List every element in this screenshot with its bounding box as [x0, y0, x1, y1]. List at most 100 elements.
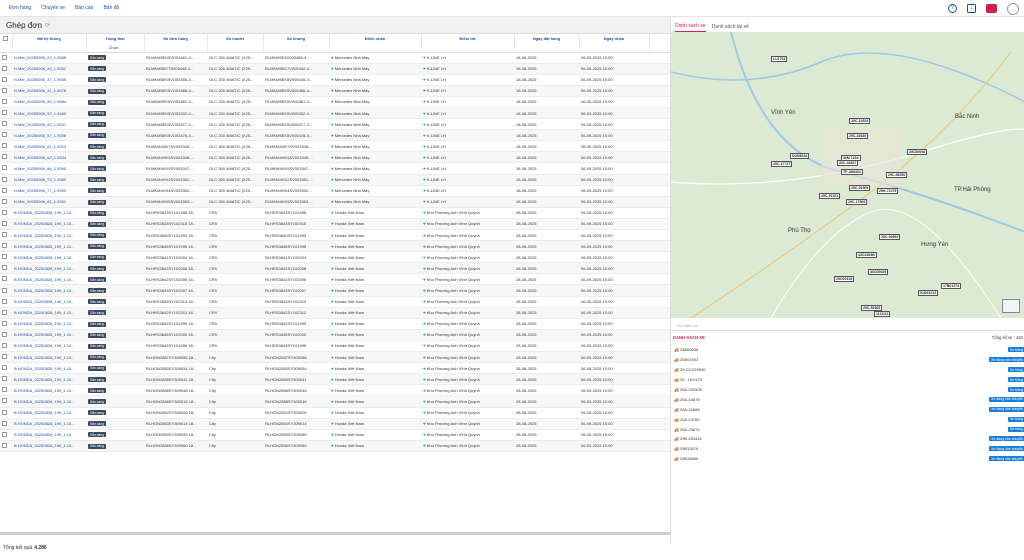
cell-system-code[interactable]: B.HONDA_20250828_199_1.10... — [12, 229, 86, 242]
map-vehicle-marker[interactable]: 29C-17727 — [771, 161, 793, 167]
table-row[interactable]: B.HONDA_20250828_199_1.10... Sẵn sàng RLHR… — [0, 340, 670, 353]
row-checkbox[interactable] — [0, 96, 12, 108]
col-model[interactable]: Số model — [207, 34, 264, 43]
col-dropoff[interactable]: Điểm trả — [421, 34, 515, 43]
vehicle-map[interactable]: Bắc Ninh TP.Hải Phòng Phú Thọ Hưng Yên V… — [671, 32, 1024, 318]
nav-reports[interactable]: Báo cáo — [75, 5, 93, 11]
table-row[interactable]: B.HONDA_20250828_199_1.10... Sẵn sàng RLHG… — [0, 407, 670, 419]
cell-system-code[interactable]: N.Mer_20250906_37_1.9555 — [12, 74, 86, 86]
row-checkbox[interactable] — [0, 296, 12, 308]
cell-system-code[interactable]: N.Mer_20250906_45_1.9584 — [12, 96, 86, 108]
cell-system-code[interactable]: B.HONDA_20250828_199_1.10... — [12, 273, 86, 286]
row-checkbox[interactable] — [0, 140, 12, 153]
map-vehicle-marker[interactable]: 30C05039 — [868, 269, 889, 275]
vehicle-search-input[interactable]: Tìm kiếm xe — [671, 320, 1024, 331]
row-checkbox[interactable] — [0, 262, 12, 275]
tab-drivers[interactable]: Danh sách tài xế — [712, 24, 749, 32]
cell-system-code[interactable]: B.HONDA_20250828_199_1.10... — [12, 318, 86, 330]
vehicle-list-item[interactable]: 🚚29B15860 Xe đang vận chuyển — [671, 454, 1024, 464]
cell-system-code[interactable]: B.HONDA_20250828_199_1.10... — [12, 362, 86, 375]
row-checkbox[interactable] — [0, 185, 12, 197]
table-row[interactable]: B.HONDA_20250828_199_1.10... Sẵn sàng RLHR… — [0, 307, 670, 319]
row-checkbox[interactable] — [0, 174, 12, 186]
map-vehicle-marker[interactable]: 29C-91321 — [819, 193, 841, 199]
filter-system-code[interactable] — [12, 43, 87, 53]
col-vin[interactable]: Số khung — [263, 34, 330, 43]
vehicle-list-item[interactable]: 🚚29 - H10123 Xe trống — [671, 375, 1024, 385]
row-checkbox[interactable] — [0, 207, 12, 219]
map-vehicle-marker[interactable]: 29C-04693 — [879, 234, 901, 240]
table-row[interactable]: N.Mer_20250906_77_1.9390 Sẵn sàng RLMKM4HX… — [0, 185, 670, 197]
map-vehicle-marker[interactable]: 29C-12624 — [849, 118, 871, 124]
map-vehicle-marker[interactable]: 43C2364B — [856, 252, 877, 258]
table-row[interactable]: N.Mer_20250906_66_1.9365 Sẵn sàng RLMKM4HX… — [0, 162, 670, 175]
row-checkbox[interactable] — [0, 107, 12, 120]
map-vehicle-marker[interactable]: DUN6244 — [790, 153, 810, 159]
row-checkbox[interactable] — [0, 395, 12, 408]
cell-system-code[interactable]: N.Mer_20250906_26_1.9552 — [12, 63, 86, 75]
table-row[interactable]: B.HONDA_20250828_199_1.10... Sẵn sàng RLHG… — [0, 395, 670, 408]
vehicle-list-item[interactable]: 🚚29B-253444 Xe đang vận chuyển — [671, 434, 1024, 444]
help-icon[interactable]: ? — [948, 4, 957, 13]
table-row[interactable]: B.HONDA_20250828_199_1.10... Sẵn sàng RLHR… — [0, 296, 670, 308]
col-receive-date[interactable]: Ngày nhận — [579, 34, 650, 43]
nav-orders[interactable]: Đơn hàng — [9, 5, 31, 11]
vehicle-list-item[interactable]: 🚚24B00636 Xe trống — [671, 345, 1024, 355]
table-row[interactable]: N.Mer_20250906_62_1.9334 Sẵn sàng RLMKM4HK… — [0, 151, 670, 164]
table-row[interactable]: B.HONDA_20250828_199_1.10... Sẵn sàng RLHG… — [0, 373, 670, 386]
row-checkbox[interactable] — [0, 162, 12, 175]
map-vehicle-marker[interactable]: 30C-02637 — [837, 160, 859, 166]
map-vehicle-marker[interactable]: 1111111 — [874, 311, 891, 317]
filter-dropoff[interactable] — [421, 43, 515, 53]
table-row[interactable]: B.HONDA_20250828_199_1.10... Sẵn sàng RLHR… — [0, 218, 670, 231]
avatar[interactable] — [1007, 2, 1019, 15]
map-vehicle-marker[interactable]: LU1702 — [771, 56, 788, 62]
map-vehicle-marker[interactable]: 29H-71275 — [877, 188, 899, 194]
map-vehicle-marker[interactable]: 29C-17806 — [846, 199, 868, 205]
row-checkbox[interactable] — [0, 362, 12, 375]
nav-trips[interactable]: Chuyến xe — [41, 5, 65, 11]
cell-system-code[interactable]: B.HONDA_20250828_199_1.10... — [12, 207, 86, 219]
table-row[interactable]: B.HONDA_20250828_199_1.10... Sẵn sàng RLHR… — [0, 273, 670, 286]
cell-system-code[interactable]: B.HONDA_20250828_199_1.10... — [12, 429, 86, 441]
download-icon[interactable]: ↓ — [967, 4, 976, 13]
row-checkbox[interactable] — [0, 251, 12, 264]
cell-system-code[interactable]: B.HONDA_20250828_199_1.10... — [12, 340, 86, 353]
table-row[interactable]: B.HONDA_20250828_199_1.10... Sẵn sàng RLHR… — [0, 318, 670, 330]
vehicle-list-item[interactable]: 🚚29-C2-029090 Xe trống — [671, 365, 1024, 375]
col-pickup[interactable]: Điểm nhận — [329, 34, 422, 43]
vehicle-list-item[interactable]: 🚚29B13579 Xe đang vận chuyển — [671, 444, 1024, 454]
cell-system-code[interactable]: N.Mer_20250906_66_1.9365 — [12, 162, 86, 175]
row-checkbox[interactable] — [0, 196, 12, 208]
table-row[interactable]: B.HONDA_20250828_199_1.10... Sẵn sàng RLHR… — [0, 229, 670, 242]
cell-system-code[interactable]: B.HONDA_20250828_199_1.10... — [12, 395, 86, 408]
table-row[interactable]: N.Mer_20250906_53_1.9537 Sẵn sàng RLMKM5EK… — [0, 118, 670, 131]
row-checkbox[interactable] — [0, 329, 12, 341]
row-checkbox[interactable] — [0, 284, 12, 297]
col-status[interactable]: Trạng thái — [86, 34, 145, 43]
table-row[interactable]: B.HONDA_20250828_199_1.10... Sẵn sàng RLHG… — [0, 362, 670, 375]
row-checkbox[interactable] — [0, 85, 12, 97]
col-system-code[interactable]: Mã hệ thống — [12, 34, 87, 43]
row-checkbox[interactable] — [0, 307, 12, 319]
filter-receive-date[interactable] — [579, 43, 650, 53]
vehicle-list-item[interactable]: 🚚29A-24760 Xe trống — [671, 414, 1024, 424]
cell-system-code[interactable]: B.HONDA_20250828_199_1.10... — [12, 262, 86, 275]
row-checkbox[interactable] — [0, 52, 12, 64]
row-checkbox[interactable] — [0, 74, 12, 86]
table-row[interactable]: N.Mer_20250906_52_1.9480 Sẵn sàng RLMKM5EK… — [0, 107, 670, 120]
row-checkbox[interactable] — [0, 429, 12, 441]
cell-system-code[interactable]: N.Mer_20250906_81_1.9391 — [12, 196, 86, 208]
table-row[interactable]: B.HONDA_20250828_199_1.10... Sẵn sàng RLHG… — [0, 384, 670, 397]
map-vehicle-marker[interactable]: 29C-06250 — [886, 172, 908, 178]
cell-system-code[interactable]: B.HONDA_20250828_199_1.10... — [12, 407, 86, 419]
vehicle-list-item[interactable]: 🚚29A-252525 Xe trống — [671, 385, 1024, 395]
table-row[interactable]: B.HONDA_20250828_199_1.10... Sẵn sàng RLHG… — [0, 351, 670, 364]
table-row[interactable]: B.HONDA_20250828_199_1.10... Sẵn sàng RLHR… — [0, 207, 670, 219]
table-row[interactable]: B.HONDA_20250828_199_1.10... Sẵn sàng RLHG… — [0, 418, 670, 430]
map-vehicle-marker[interactable]: 51D03212 — [918, 290, 939, 296]
cell-system-code[interactable]: B.HONDA_20250828_199_1.10... — [12, 373, 86, 386]
cell-system-code[interactable]: N.Mer_20250906_53_1.9537 — [12, 118, 86, 131]
cell-system-code[interactable]: B.HONDA_20250828_199_1.10... — [12, 296, 86, 308]
refresh-icon[interactable]: ⟳ — [45, 22, 50, 29]
